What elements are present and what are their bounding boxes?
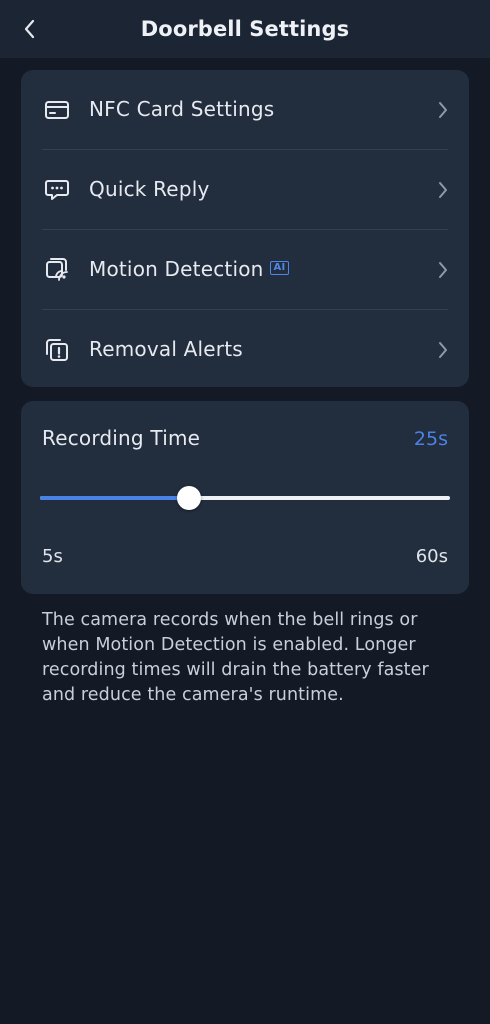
menu-item-label: Motion Detection AI xyxy=(89,230,290,309)
menu-item-label: NFC Card Settings xyxy=(89,97,275,121)
slider-fill xyxy=(40,496,190,500)
recording-time-value: 25s xyxy=(413,428,448,450)
settings-menu-card: NFC Card Settings Quick Reply Motion Det… xyxy=(21,70,469,387)
slider-thumb[interactable] xyxy=(177,486,202,510)
chat-bubble-icon xyxy=(43,177,71,203)
menu-item-motion-detection[interactable]: Motion Detection AI xyxy=(21,230,469,309)
chevron-right-icon xyxy=(433,338,453,362)
alert-copy-icon xyxy=(43,337,71,363)
recording-time-slider[interactable] xyxy=(40,484,450,512)
recording-time-title: Recording Time xyxy=(42,426,201,450)
menu-item-removal-alerts[interactable]: Removal Alerts xyxy=(21,310,469,389)
chevron-right-icon xyxy=(433,98,453,122)
motion-detection-text: Motion Detection xyxy=(89,257,264,281)
recording-time-card: Recording Time 25s 5s 60s xyxy=(21,401,469,594)
chevron-right-icon xyxy=(433,178,453,202)
motion-screen-icon xyxy=(43,257,71,283)
menu-item-quick-reply[interactable]: Quick Reply xyxy=(21,150,469,229)
menu-item-label: Removal Alerts xyxy=(89,337,243,361)
slider-max-label: 60s xyxy=(415,546,448,567)
menu-item-nfc-card-settings[interactable]: NFC Card Settings xyxy=(21,70,469,149)
menu-item-label: Quick Reply xyxy=(89,177,210,201)
slider-min-label: 5s xyxy=(42,546,63,567)
recording-description: The camera records when the bell rings o… xyxy=(42,610,429,705)
page-title: Doorbell Settings xyxy=(140,17,350,41)
chevron-right-icon xyxy=(433,258,453,282)
card-icon xyxy=(43,97,71,123)
top-bar: Doorbell Settings xyxy=(0,0,490,58)
ai-badge: AI xyxy=(269,260,290,275)
